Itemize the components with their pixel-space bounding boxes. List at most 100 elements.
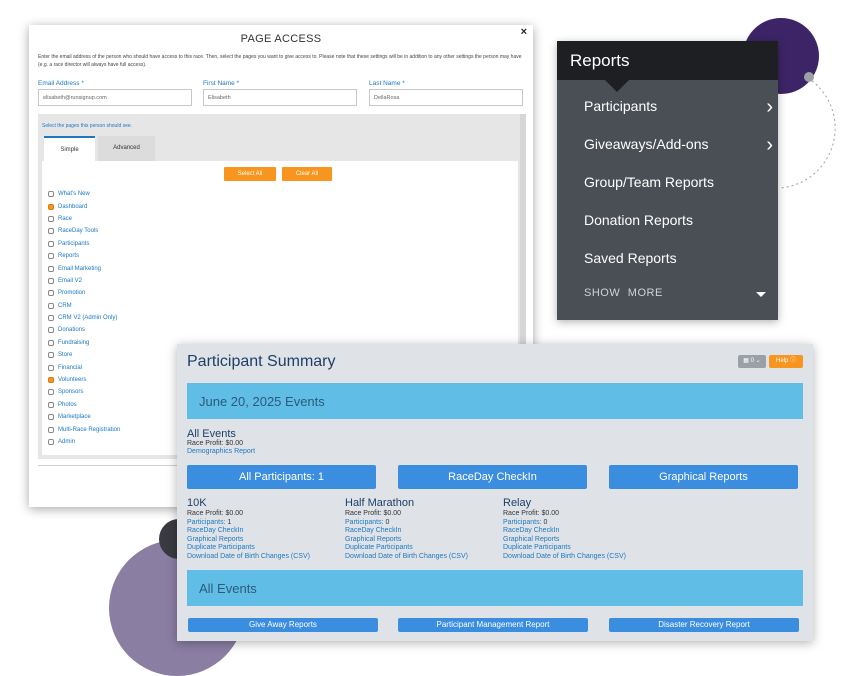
page-checkbox-label: What's New [58,191,90,198]
reports-menu-item[interactable]: Saved Reports [584,250,677,266]
event-report-link[interactable]: Graphical Reports [345,536,401,545]
event-name: 10K [187,497,207,509]
page-checkbox-item[interactable]: Email V2 [48,275,120,287]
chevron-right-icon[interactable]: › [766,97,773,117]
checkbox[interactable] [48,191,54,198]
checkbox[interactable] [48,414,54,421]
checkbox[interactable] [48,315,54,322]
checkbox[interactable] [48,439,54,445]
first-name-field[interactable]: Elisabeth [203,89,357,106]
count-dropdown[interactable]: ▦ 0 ⌄ [738,355,766,368]
page-checkbox-item[interactable]: Photos [48,399,120,411]
date-band-title: June 20, 2025 Events [199,394,325,409]
reports-menu: Reports Participants › Giveaways/Add-ons › G… [557,41,778,320]
chevron-right-icon[interactable]: › [766,135,773,155]
show-more-link[interactable]: SHOW MORE [584,287,663,299]
page-checkbox-item[interactable]: Race [48,213,120,225]
page-checkbox-item[interactable]: Multi-Race Registration [48,423,120,435]
count-value: 0 [750,358,754,364]
checkbox[interactable] [48,327,54,334]
event-report-link[interactable]: Duplicate Participants [187,544,255,553]
email-field[interactable]: elisabeth@runsignup.com [38,89,192,106]
reports-menu-item[interactable]: Giveaways/Add-ons [584,136,709,152]
page-checkbox-item[interactable]: Promotion [48,287,120,299]
select-all-button[interactable]: Select All [224,167,276,181]
page-checkbox-item[interactable]: Dashboard [48,200,120,212]
caret-down-icon[interactable] [756,292,766,297]
event-participants-link[interactable]: Participants: 0 [503,519,547,528]
page-checkbox-item[interactable]: Sponsors [48,386,120,398]
event-participants-link[interactable]: Participants: 1 [187,519,231,528]
page-checkbox-item[interactable]: Marketplace [48,411,120,423]
event-report-link[interactable]: RaceDay CheckIn [187,527,243,536]
page-checkbox-item[interactable]: CRM V2 (Admin Only) [48,312,120,324]
checkbox[interactable] [48,240,54,247]
reports-menu-item[interactable]: Group/Team Reports [584,174,714,190]
checkbox[interactable] [48,277,54,284]
close-icon[interactable]: × [521,26,527,38]
give-away-reports-button[interactable]: Give Away Reports [188,618,378,632]
select-pages-text: Select the pages this person should see. [42,123,133,129]
checkbox[interactable] [48,215,54,222]
checkbox[interactable] [48,377,54,384]
event-report-link[interactable]: RaceDay CheckIn [345,527,401,536]
page-checkbox-label: Photos [58,401,77,408]
page-checkbox-item[interactable]: What's New [48,188,120,200]
page-checkbox-item[interactable]: Admin [48,436,120,448]
help-button[interactable]: Help ⓘ [769,355,803,368]
participant-summary-panel: Participant Summary ▦ 0 ⌄ Help ⓘ June 20… [177,344,813,641]
checkbox[interactable] [48,389,54,396]
page-checkbox-item[interactable]: Fundraising [48,337,120,349]
reports-menu-item[interactable]: Donation Reports [584,212,693,228]
event-profit: Race Profit: $0.00 [503,510,560,517]
event-report-link[interactable]: RaceDay CheckIn [503,527,559,536]
event-report-link[interactable]: Download Date of Birth Changes (CSV) [345,553,468,562]
checkbox[interactable] [48,401,54,408]
event-participants-link[interactable]: Participants: 0 [345,519,389,528]
checkbox[interactable] [48,265,54,272]
checkbox[interactable] [48,228,54,235]
event-report-link[interactable]: Download Date of Birth Changes (CSV) [187,553,310,562]
all-participants-button[interactable]: All Participants: 1 [187,465,376,489]
checkbox[interactable] [48,290,54,297]
checkbox[interactable] [48,352,54,359]
event-report-link[interactable]: Graphical Reports [503,536,559,545]
all-events-band: All Events [187,570,803,606]
reports-menu-header: Reports [557,41,778,80]
reports-menu-item[interactable]: Participants [584,98,657,114]
raceday-checkin-button[interactable]: RaceDay CheckIn [398,465,587,489]
page-checkbox-item[interactable]: Participants [48,238,120,250]
page-checkbox-item[interactable]: Email Marketing [48,262,120,274]
page-checkbox-label: RaceDay Tools [58,228,99,235]
tab-simple[interactable]: Simple [44,136,95,161]
page-checkbox-item[interactable]: RaceDay Tools [48,225,120,237]
checkbox[interactable] [48,203,54,210]
checkbox[interactable] [48,302,54,309]
participant-management-report-button[interactable]: Participant Management Report [398,618,588,632]
page-checkbox-item[interactable]: Donations [48,324,120,336]
page-checkbox-item[interactable]: CRM [48,300,120,312]
page-checkbox-item[interactable]: Store [48,349,120,361]
checkbox[interactable] [48,253,54,260]
page-checkbox-item[interactable]: Financial [48,361,120,373]
disaster-recovery-report-button[interactable]: Disaster Recovery Report [609,618,799,632]
help-label: Help [775,358,789,364]
event-report-link[interactable]: Duplicate Participants [345,544,413,553]
checkbox[interactable] [48,364,54,371]
page-checkbox-label: CRM V2 (Admin Only) [58,315,118,322]
page-checkbox-label: Financial [58,364,83,371]
graphical-reports-button[interactable]: Graphical Reports [609,465,798,489]
page-checkbox-label: Promotion [58,290,86,297]
page-checkbox-item[interactable]: Volunteers [48,374,120,386]
checkbox[interactable] [48,426,54,433]
checkbox[interactable] [48,339,54,346]
demographics-report-link[interactable]: Demographics Report [187,448,255,457]
last-name-field[interactable]: DellaRosa [369,89,523,106]
event-report-link[interactable]: Download Date of Birth Changes (CSV) [503,553,626,562]
panel-title: Participant Summary [187,353,336,370]
tab-advanced[interactable]: Advanced [98,136,155,161]
clear-all-button[interactable]: Clear All [282,167,332,181]
event-report-link[interactable]: Graphical Reports [187,536,243,545]
page-checkbox-item[interactable]: Reports [48,250,120,262]
event-report-link[interactable]: Duplicate Participants [503,544,571,553]
